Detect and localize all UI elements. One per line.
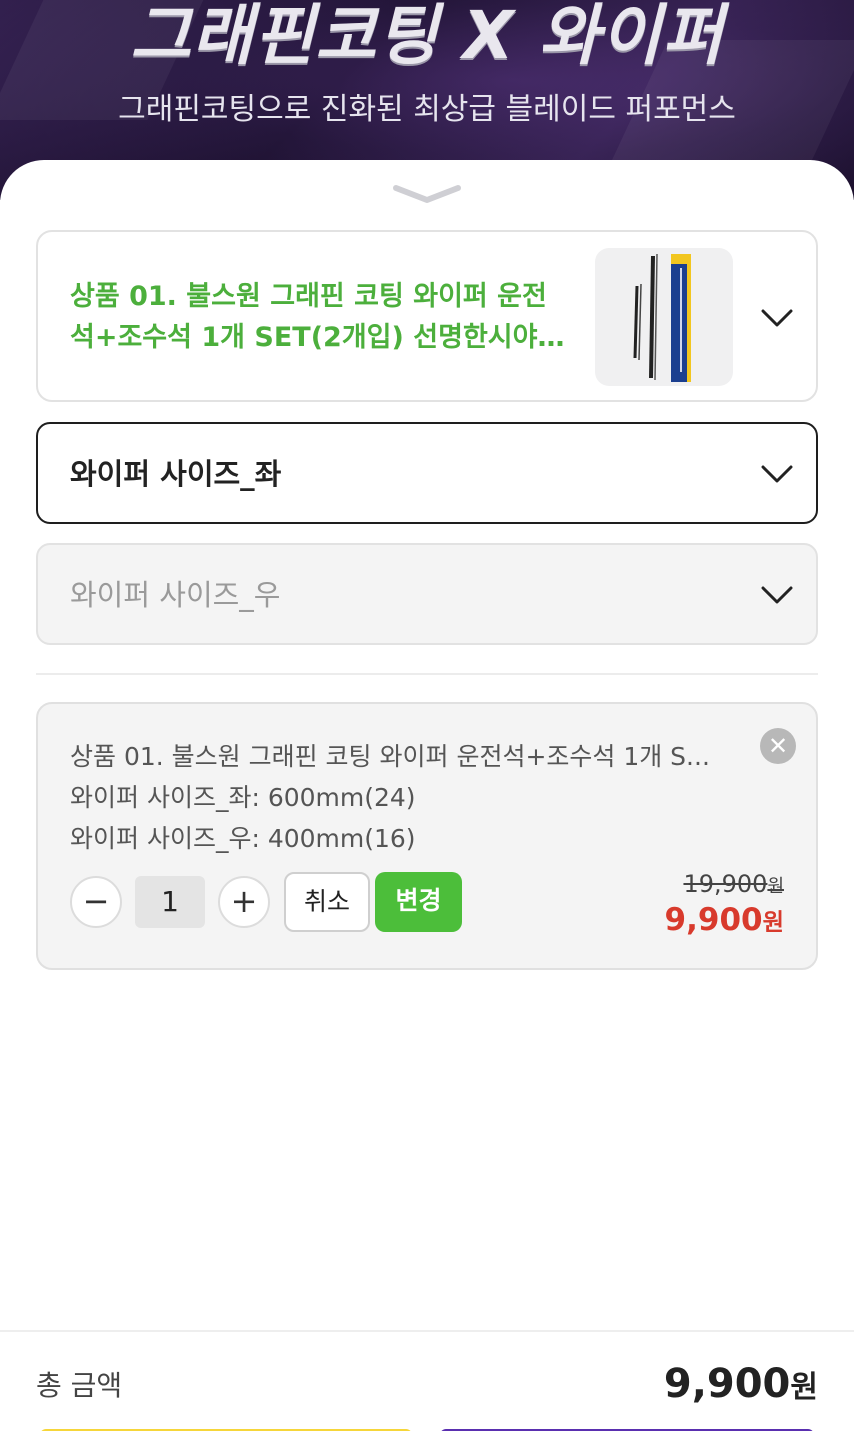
product-select-dropdown[interactable]: 상품 01. 불스원 그래핀 코팅 와이퍼 운전 석+조수석 1개 SET(2개…	[36, 230, 818, 402]
remove-item-button[interactable]: ✕	[760, 728, 796, 764]
quantity-increase-button[interactable]: +	[218, 876, 270, 928]
selected-product-name: 상품 01. 불스원 그래핀 코팅 와이퍼 운전석+조수석 1개 S...	[70, 742, 710, 771]
plus-icon: +	[230, 882, 258, 920]
chevron-down-icon	[761, 465, 793, 483]
currency-unit: 원	[767, 876, 784, 897]
wiper-size-right-select[interactable]: 와이퍼 사이즈_우	[36, 543, 818, 645]
currency-unit: 원	[762, 909, 784, 936]
quantity-decrease-button[interactable]: −	[70, 876, 122, 928]
total-amount-value: 9,900	[663, 1361, 791, 1407]
banner-title: 그래핀코팅 X 와이퍼	[130, 0, 724, 74]
original-price-value: 19,900	[683, 870, 768, 898]
option-sheet: 상품 01. 불스원 그래핀 코팅 와이퍼 운전 석+조수석 1개 SET(2개…	[0, 160, 854, 1431]
wiper-size-left-select[interactable]: 와이퍼 사이즈_좌	[36, 422, 818, 524]
product-select-title: 상품 01. 불스원 그래핀 코팅 와이퍼 운전 석+조수석 1개 SET(2개…	[70, 276, 580, 358]
change-button[interactable]: 변경	[375, 872, 462, 932]
original-price: 19,900원	[683, 868, 784, 903]
currency-unit: 원	[790, 1370, 818, 1405]
product-title-line-1: 상품 01. 불스원 그래핀 코팅 와이퍼 운전	[70, 281, 547, 312]
selected-option-details: 상품 01. 불스원 그래핀 코팅 와이퍼 운전석+조수석 1개 S... 와이…	[70, 736, 740, 859]
sheet-collapse-handle-icon[interactable]	[392, 182, 462, 208]
purchase-footer: 총 금액 9,900원	[0, 1330, 854, 1431]
minus-icon: −	[82, 882, 110, 920]
selected-option-right: 와이퍼 사이즈_우: 400mm(16)	[70, 824, 416, 853]
section-divider	[36, 673, 818, 675]
sale-price: 9,900원	[665, 900, 784, 943]
selected-option-item: 상품 01. 불스원 그래핀 코팅 와이퍼 운전석+조수석 1개 S... 와이…	[36, 702, 818, 970]
wiper-image-icon	[633, 253, 691, 382]
cancel-button[interactable]: 취소	[284, 872, 370, 932]
product-title-line-2: 석+조수석 1개 SET(2개입) 선명한시야…	[70, 322, 565, 353]
sale-price-value: 9,900	[664, 902, 763, 938]
total-amount-label: 총 금액	[36, 1369, 123, 1402]
chevron-down-icon	[761, 586, 793, 604]
selected-option-left: 와이퍼 사이즈_좌: 600mm(24)	[70, 783, 416, 812]
total-amount: 9,900원	[664, 1360, 818, 1412]
wiper-size-left-label: 와이퍼 사이즈_좌	[70, 457, 282, 491]
quantity-value[interactable]: 1	[135, 876, 205, 928]
wiper-size-right-label: 와이퍼 사이즈_우	[70, 578, 281, 612]
close-icon: ✕	[767, 732, 789, 760]
chevron-down-icon	[761, 309, 793, 327]
banner-subtitle: 그래핀코팅으로 진화된 최상급 블레이드 퍼포먼스	[118, 92, 736, 127]
wiper-product-image	[595, 248, 733, 386]
